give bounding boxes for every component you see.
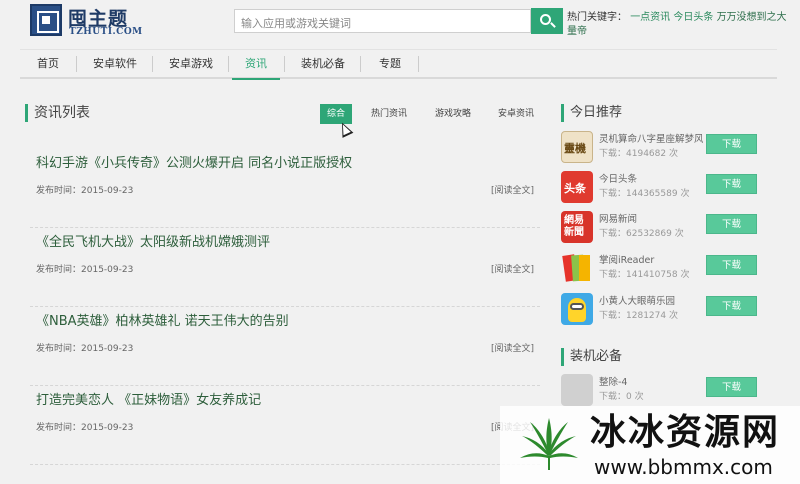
essentials-title: 装机必备 — [561, 348, 622, 366]
app-name[interactable]: 小黄人大眼萌乐园 — [599, 293, 703, 307]
nav-topics[interactable]: 专题 — [366, 50, 414, 78]
nav-android-games[interactable]: 安卓游戏 — [158, 50, 224, 78]
read-more-link[interactable]: [阅读全文] — [491, 262, 534, 275]
app-name[interactable]: 整除-4 — [599, 374, 703, 388]
article-date: 发布时间：2015-09-23 — [36, 265, 134, 275]
today-recommend-title: 今日推荐 — [561, 104, 622, 122]
watermark-url: www.bbmmx.com — [594, 455, 773, 479]
download-button[interactable]: 下载 — [706, 174, 757, 194]
tab-game-guides[interactable]: 游戏攻略 — [427, 104, 479, 124]
app-name[interactable]: 网易新闻 — [599, 211, 703, 225]
hot-keyword-link[interactable]: 今日头条 — [673, 12, 713, 23]
nav-home[interactable]: 首页 — [24, 50, 72, 78]
article-item: 《全民飞机大战》太阳级新战机嫦娥测评 发布时间：2015-09-23 [阅读全文… — [30, 231, 540, 307]
news-section-title: 资讯列表 — [25, 104, 90, 122]
cannabis-leaf-icon — [520, 418, 578, 470]
download-button[interactable]: 下载 — [706, 296, 757, 316]
read-more-link[interactable]: [阅读全文] — [491, 341, 534, 354]
ireader-app-icon[interactable] — [561, 252, 593, 284]
article-title[interactable]: 《全民飞机大战》太阳级新战机嫦娥测评 — [36, 231, 270, 250]
site-logo[interactable]: 囤主题 TZHUTI.COM — [30, 4, 155, 38]
app-name[interactable]: 今日头条 — [599, 171, 703, 185]
hot-keywords: 热门关键字： 一点资讯 今日头条 万万没想到之大量帝 — [567, 11, 787, 39]
nav-news[interactable]: 资讯 — [232, 50, 280, 80]
hot-keyword-link[interactable]: 一点资讯 — [630, 12, 670, 23]
app-name[interactable]: 掌阅iReader — [599, 252, 703, 266]
download-button[interactable]: 下载 — [706, 377, 757, 397]
logo-domain: TZHUTI.COM — [69, 27, 143, 37]
article-title[interactable]: 《NBA英雄》柏林英雄礼 诺天王伟大的告别 — [36, 310, 289, 329]
hot-keywords-label: 热门关键字： — [567, 12, 627, 23]
article-item: 科幻手游《小兵传奇》公测火爆开启 同名小说正版授权 发布时间：2015-09-2… — [30, 152, 540, 228]
placeholder-app-icon[interactable] — [561, 374, 593, 406]
minion-app-icon[interactable] — [561, 293, 593, 325]
read-more-link[interactable]: [阅读全文] — [491, 183, 534, 196]
tab-hot-news[interactable]: 热门资讯 — [364, 104, 414, 124]
app-download-count: 下载：141410758 次 — [599, 270, 690, 280]
article-date: 发布时间：2015-09-23 — [36, 423, 134, 433]
article-title[interactable]: 科幻手游《小兵传奇》公测火爆开启 同名小说正版授权 — [36, 152, 352, 171]
app-download-count: 下载：4194682 次 — [599, 149, 678, 159]
main-nav: 首页 安卓软件 安卓游戏 资讯 装机必备 专题 — [20, 49, 777, 80]
download-button[interactable]: 下载 — [706, 134, 757, 154]
site-header: 囤主题 TZHUTI.COM 输入应用或游戏关键词 热门关键字： 一点资讯 今日… — [0, 0, 800, 44]
app-download-count: 下载：0 次 — [599, 392, 644, 402]
app-item: 小黄人大眼萌乐园 下载：1281274 次 下载 — [561, 292, 761, 330]
article-title[interactable]: 打造完美恋人 《正妹物语》女友养成记 — [36, 389, 261, 408]
download-button[interactable]: 下载 — [706, 214, 757, 234]
download-button[interactable]: 下载 — [706, 255, 757, 275]
toutiao-app-icon[interactable]: 头条 — [561, 171, 593, 203]
app-download-count: 下载：62532869 次 — [599, 229, 684, 239]
app-item: 掌阅iReader 下载：141410758 次 下载 — [561, 251, 761, 289]
tab-android-news[interactable]: 安卓资讯 — [490, 104, 542, 124]
article-item: 《NBA英雄》柏林英雄礼 诺天王伟大的告别 发布时间：2015-09-23 [阅… — [30, 310, 540, 386]
nav-essentials[interactable]: 装机必备 — [290, 50, 356, 78]
app-name[interactable]: 灵机算命八字星座解梦风水 — [599, 131, 703, 145]
search-input[interactable]: 输入应用或游戏关键词 — [234, 9, 531, 33]
article-date: 发布时间：2015-09-23 — [36, 186, 134, 196]
netease-news-app-icon[interactable]: 網易新聞 — [561, 211, 593, 243]
app-item: 头条 今日头条 下载：144365589 次 下载 — [561, 170, 761, 208]
logo-icon — [30, 4, 62, 36]
article-item: 打造完美恋人 《正妹物语》女友养成记 发布时间：2015-09-23 [阅读全文… — [30, 389, 540, 465]
lingji-app-icon[interactable]: 靈機 — [561, 131, 593, 163]
app-item: 靈機 灵机算命八字星座解梦风水 下载：4194682 次 下载 — [561, 130, 761, 168]
app-download-count: 下载：144365589 次 — [599, 189, 690, 199]
app-download-count: 下载：1281274 次 — [599, 311, 678, 321]
article-date: 发布时间：2015-09-23 — [36, 344, 134, 354]
app-item: 網易新聞 网易新闻 下载：62532869 次 下载 — [561, 210, 761, 248]
watermark-chinese: 冰冰资源网 — [590, 411, 781, 453]
search-button[interactable] — [531, 8, 563, 34]
nav-android-apps[interactable]: 安卓软件 — [82, 50, 148, 78]
